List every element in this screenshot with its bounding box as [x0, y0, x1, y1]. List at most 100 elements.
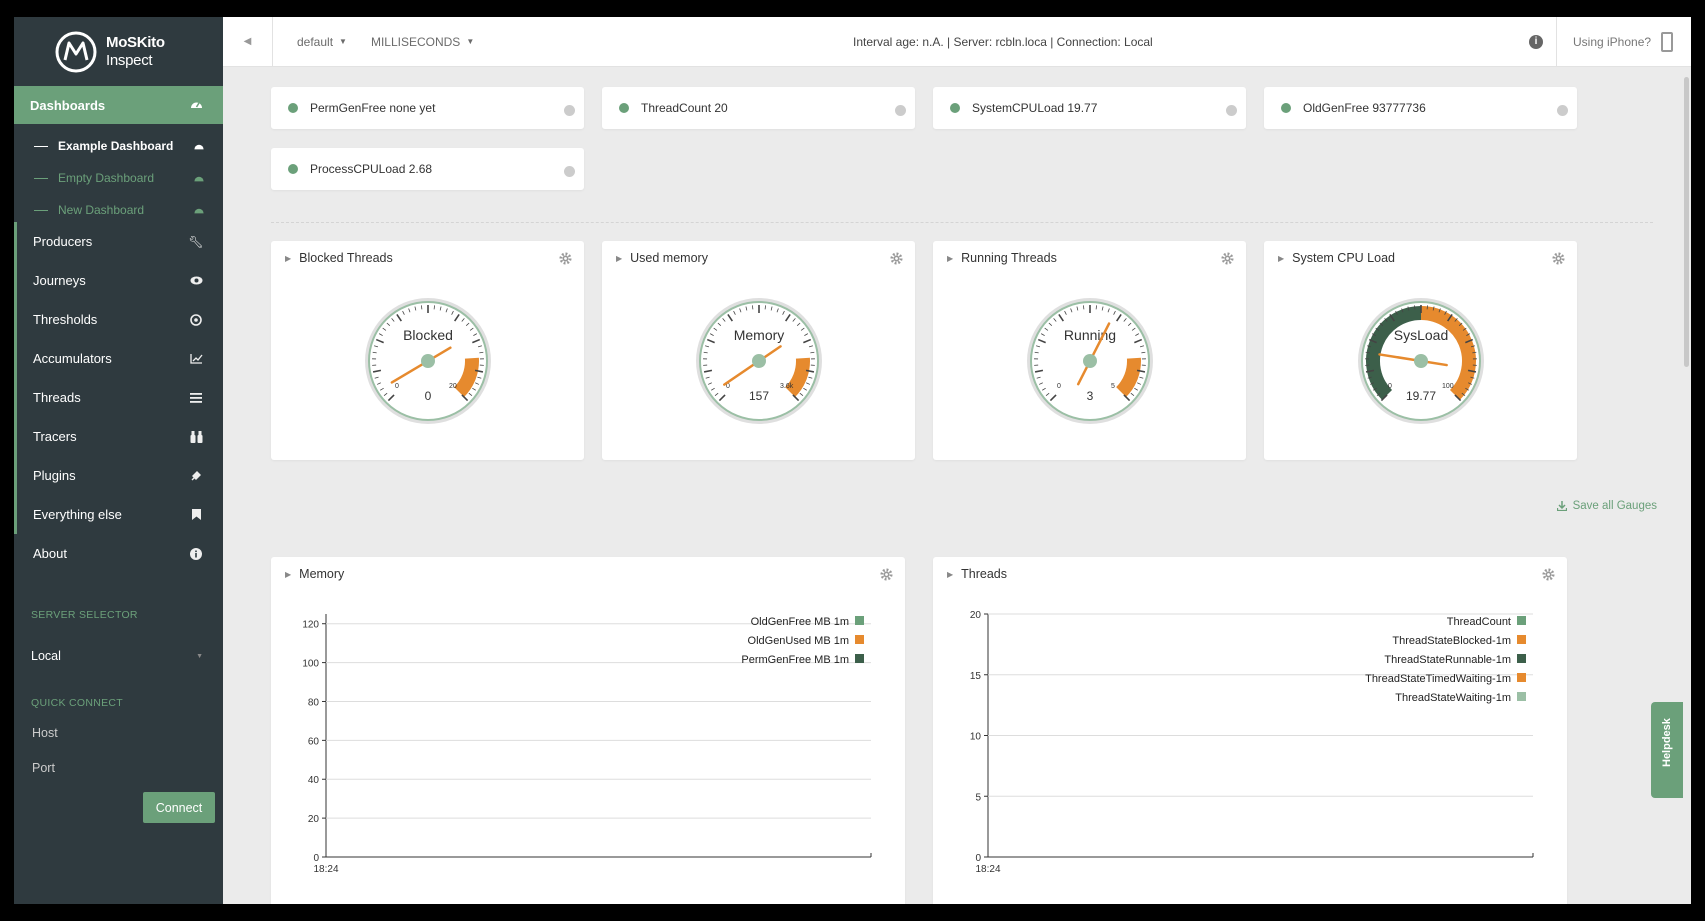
wrench-icon: 🔧︎ [188, 234, 204, 249]
using-iphone-link[interactable]: Using iPhone? [1556, 17, 1674, 67]
line-chart-icon [189, 352, 203, 366]
legend-swatch [855, 616, 864, 625]
gear-icon[interactable] [559, 252, 572, 265]
scrollbar[interactable] [1684, 77, 1689, 367]
gauge-card: ▶ Used memory Memory 0 3.6k 157 [602, 241, 915, 460]
dashboard-dropdown[interactable]: default ▼ [297, 35, 347, 49]
gauge-title[interactable]: ▶ Used memory [616, 251, 708, 265]
nav-accumulators[interactable]: Accumulators [14, 339, 223, 378]
gear-icon[interactable] [1221, 252, 1234, 265]
legend-label[interactable]: OldGenUsed MB 1m [748, 635, 849, 647]
eye-icon [189, 274, 203, 288]
nav-journeys[interactable]: Journeys [14, 261, 223, 300]
helpdesk-label: Helpdesk [1661, 718, 1673, 767]
gear-icon[interactable] [1552, 252, 1565, 265]
brand[interactable]: MoSKito Inspect [14, 17, 223, 86]
legend-label[interactable]: ThreadStateRunnable-1m [1384, 654, 1511, 666]
app-window: MoSKito Inspect Dashboards Example Dashb… [14, 17, 1691, 904]
gauge-title-label: Used memory [630, 251, 708, 265]
brand-sub: Inspect [106, 51, 153, 69]
gauge: Blocked 0 20 0 [365, 298, 491, 424]
collapse-sidebar-button[interactable]: ◀ [223, 17, 273, 67]
status-dot [288, 103, 298, 113]
chart-title-label: Memory [299, 567, 345, 581]
host-input[interactable]: Host [32, 726, 202, 740]
chart-plot: 0 5 10 15 20 18:24 ThreadCount ThreadStateBlock… [970, 610, 1534, 875]
dashboard-icon [194, 176, 204, 182]
threshold-card[interactable]: ProcessCPULoad 2.68 [271, 148, 584, 190]
chart-title[interactable]: ▶ Memory [285, 567, 344, 581]
legend-label[interactable]: ThreadStateBlocked-1m [1392, 635, 1511, 647]
y-tick-label: 15 [970, 671, 982, 682]
port-input[interactable]: Port [32, 761, 202, 775]
dashboard-dropdown-value: default [297, 34, 334, 49]
legend-label[interactable]: ThreadStateWaiting-1m [1395, 692, 1511, 704]
chart-card: ▶ Memory 0 20 40 60 80 100 120 18:24 OldGenFree MB… [271, 557, 905, 904]
nav-threads[interactable]: Threads [14, 378, 223, 417]
legend-swatch [1517, 673, 1526, 682]
x-tick-label: 18:24 [313, 864, 338, 875]
helpdesk-tab[interactable]: Helpdesk [1651, 702, 1683, 798]
gauge-title[interactable]: ▶ System CPU Load [1278, 251, 1395, 265]
nav-tracers[interactable]: Tracers [14, 417, 223, 456]
gauge-value: 157 [749, 389, 769, 403]
threshold-indicator [1226, 105, 1237, 116]
sidebar-dashboard-example[interactable]: Example Dashboard [14, 130, 223, 162]
gauge-label: Running [1064, 327, 1116, 343]
gauge-min: 0 [395, 383, 399, 390]
nav-label: Journeys [33, 273, 86, 288]
legend-label[interactable]: ThreadStateTimedWaiting-1m [1365, 673, 1511, 685]
target-icon [189, 313, 203, 327]
gauge-min: 0 [1057, 383, 1061, 390]
legend-label[interactable]: ThreadCount [1447, 616, 1511, 628]
download-icon [1556, 501, 1567, 511]
y-tick-label: 60 [308, 736, 320, 747]
legend-label[interactable]: OldGenFree MB 1m [751, 616, 849, 628]
phone-icon [1661, 32, 1674, 52]
chevron-left-icon: ◀ [243, 36, 252, 47]
caret-right-icon: ▶ [285, 569, 292, 579]
threshold-card[interactable]: ThreadCount 20 [602, 87, 915, 129]
threshold-card[interactable]: PermGenFree none yet [271, 87, 584, 129]
threshold-card[interactable]: SystemCPULoad 19.77 [933, 87, 1246, 129]
nav-label: Accumulators [33, 351, 112, 366]
legend-swatch [855, 635, 864, 644]
status-dot [950, 103, 960, 113]
nav-label: About [33, 546, 67, 561]
bookmark-icon [189, 508, 203, 522]
nav-plugins[interactable]: Plugins [14, 456, 223, 495]
threshold-label: ThreadCount 20 [641, 101, 728, 115]
threshold-label: SystemCPULoad 19.77 [972, 101, 1098, 115]
unit-dropdown-value: MILLISECONDS [370, 34, 461, 49]
save-all-gauges-link[interactable]: Save all Gauges [1556, 500, 1657, 512]
gauge-title[interactable]: ▶ Running Threads [947, 251, 1057, 265]
section-divider [271, 222, 1653, 223]
nav-about[interactable]: About [14, 534, 223, 573]
nav-thresholds[interactable]: Thresholds [14, 300, 223, 339]
nav-everything-else[interactable]: Everything else [14, 495, 223, 534]
gear-icon[interactable] [1542, 568, 1555, 581]
chart-title[interactable]: ▶ Threads [947, 567, 1007, 581]
gauge-title[interactable]: ▶ Blocked Threads [285, 251, 393, 265]
connect-button[interactable]: Connect [143, 792, 215, 823]
legend-label[interactable]: PermGenFree MB 1m [741, 654, 849, 666]
nav-dashboards[interactable]: Dashboards [14, 86, 223, 124]
gauge-max: 3.6k [780, 383, 794, 390]
threshold-label: ProcessCPULoad 2.68 [310, 162, 433, 176]
gear-icon[interactable] [890, 252, 903, 265]
gauge-value: 19.77 [1406, 389, 1436, 403]
unit-dropdown[interactable]: MILLISECONDS ▼ [371, 35, 474, 49]
server-selector[interactable]: Local ▼ [14, 639, 223, 673]
nav-label: Tracers [33, 429, 77, 444]
nav-label: Producers [33, 234, 93, 249]
gauge-card: ▶ Running Threads Running 0 5 3 [933, 241, 1246, 460]
sidebar: MoSKito Inspect Dashboards Example Dashb… [14, 17, 223, 904]
main-nav: Producers 🔧︎ Journeys Thresholds Accumula… [14, 222, 223, 573]
nav-producers[interactable]: Producers 🔧︎ [14, 222, 223, 261]
gear-icon[interactable] [880, 568, 893, 581]
sidebar-dashboard-empty[interactable]: Empty Dashboard [14, 162, 223, 194]
brand-name: MoSKito [106, 33, 165, 51]
info-icon[interactable]: i [1529, 34, 1543, 49]
topbar: ◀ default ▼ MILLISECONDS ▼ Interval age: n… [223, 17, 1691, 67]
threshold-card[interactable]: OldGenFree 93777736 [1264, 87, 1577, 129]
